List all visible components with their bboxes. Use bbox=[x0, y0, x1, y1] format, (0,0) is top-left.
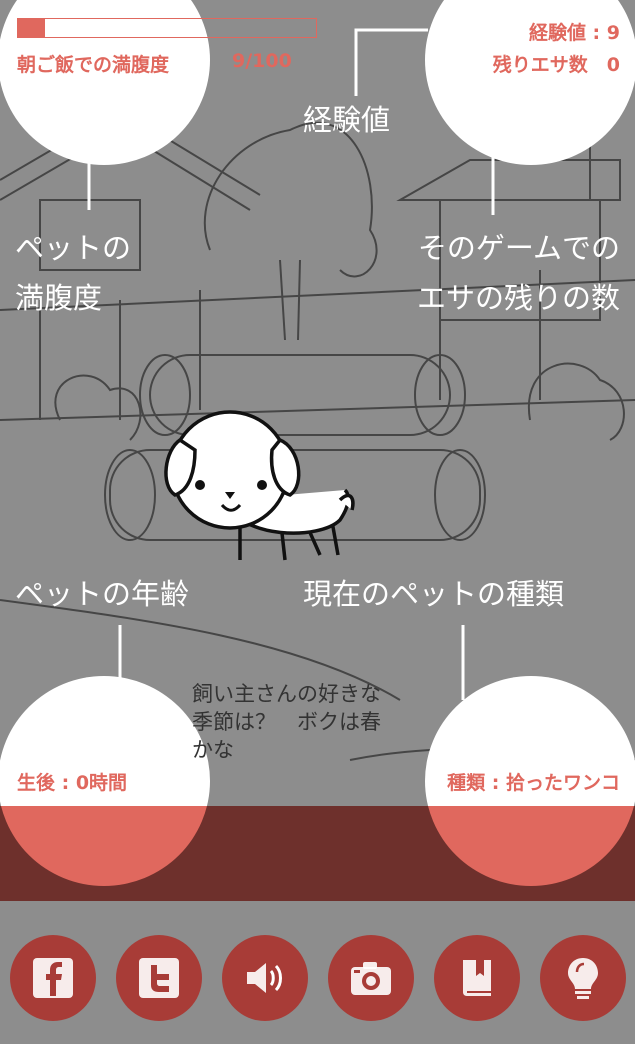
band-spot-right bbox=[425, 806, 635, 886]
annotation-species: 現在のペットの種類 bbox=[303, 577, 565, 611]
annotation-age: ペットの年齢 bbox=[15, 577, 190, 611]
twitter-icon bbox=[139, 958, 179, 998]
book-icon bbox=[463, 960, 491, 996]
exp-label: 経験値 : 9 bbox=[528, 22, 620, 44]
hint-button[interactable] bbox=[540, 935, 626, 1021]
satiety-bar bbox=[17, 18, 317, 38]
book-button[interactable] bbox=[434, 935, 520, 1021]
sound-icon bbox=[247, 963, 282, 993]
satiety-value: 9/100 bbox=[232, 50, 292, 72]
band-spot-left bbox=[0, 806, 210, 886]
pet-age-label: 生後 : 0時間 bbox=[17, 772, 128, 794]
facebook-button[interactable] bbox=[10, 935, 96, 1021]
pet-speech-text: 飼い主さんの好きな季節は？ ボクは春かな bbox=[192, 682, 381, 762]
annotation-food-line2: エサの残りの数 bbox=[416, 281, 620, 315]
food-remaining-label: 残りエサ数 0 bbox=[492, 54, 620, 76]
pet-species-label: 種類 : 拾ったワンコ bbox=[447, 772, 620, 794]
facebook-icon bbox=[33, 958, 73, 998]
sound-button[interactable] bbox=[222, 935, 308, 1021]
camera-icon bbox=[351, 962, 391, 995]
twitter-button[interactable] bbox=[116, 935, 202, 1021]
annotation-satiety-line1: ペットの bbox=[15, 231, 132, 265]
annotation-satiety-line2: 満腹度 bbox=[15, 281, 103, 315]
satiety-bar-fill bbox=[18, 19, 45, 37]
annotation-exp: 経験値 bbox=[303, 103, 391, 137]
lightbulb-icon bbox=[568, 958, 598, 999]
annotation-food-line1: そのゲームでの bbox=[417, 231, 620, 265]
satiety-label: 朝ご飯での満腹度 bbox=[17, 54, 170, 76]
camera-button[interactable] bbox=[328, 935, 414, 1021]
band-spotlight-layer bbox=[0, 806, 635, 901]
